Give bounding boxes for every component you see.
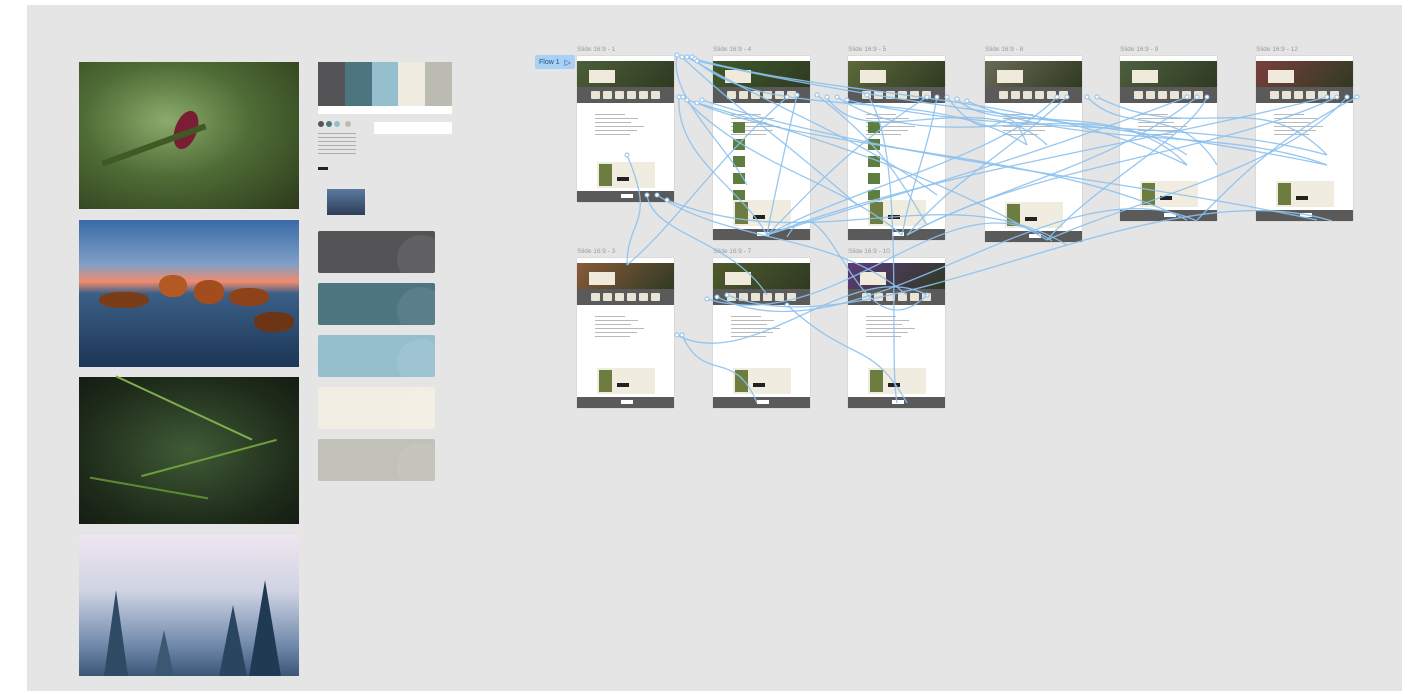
prototype-connection[interactable]	[786, 220, 928, 311]
connection-node[interactable]	[694, 100, 700, 106]
play-icon[interactable]: ▷	[565, 58, 571, 67]
connection-node[interactable]	[964, 98, 970, 104]
prototype-connection[interactable]	[766, 94, 798, 236]
connection-node[interactable]	[944, 94, 950, 100]
connection-node[interactable]	[684, 97, 690, 103]
connection-node[interactable]	[694, 58, 700, 64]
connection-node[interactable]	[844, 97, 850, 103]
connection-node[interactable]	[1354, 94, 1360, 100]
connection-node[interactable]	[864, 92, 870, 98]
prototype-connection[interactable]	[675, 54, 748, 186]
connection-node[interactable]	[1334, 94, 1340, 100]
prototype-connection[interactable]	[786, 304, 908, 404]
connection-node[interactable]	[684, 54, 690, 60]
connection-node[interactable]	[834, 94, 840, 100]
connection-node[interactable]	[676, 94, 682, 100]
connection-node[interactable]	[714, 294, 720, 300]
prototype-connection[interactable]	[686, 56, 938, 196]
prototype-connection[interactable]	[626, 154, 641, 266]
connection-node[interactable]	[679, 54, 685, 60]
prototype-connection[interactable]	[694, 58, 1188, 166]
connection-node[interactable]	[814, 92, 820, 98]
connection-node[interactable]	[654, 192, 660, 198]
prototype-connection[interactable]	[866, 94, 898, 404]
prototype-connection[interactable]	[696, 102, 1188, 221]
prototype-connection[interactable]	[726, 210, 1333, 308]
connection-node[interactable]	[624, 152, 630, 158]
prototype-connection[interactable]	[678, 96, 768, 236]
connection-node[interactable]	[1324, 94, 1330, 100]
connection-node[interactable]	[724, 292, 730, 298]
connection-node[interactable]	[1194, 94, 1200, 100]
connection-node[interactable]	[664, 197, 670, 203]
connection-node[interactable]	[674, 52, 680, 58]
connection-node[interactable]	[954, 96, 960, 102]
design-canvas[interactable]: Slide 16:9 - 1 Slide 16:9 - 4 Slide 16:9 -…	[27, 5, 1402, 691]
connection-node[interactable]	[1064, 94, 1070, 100]
connection-node[interactable]	[784, 94, 790, 100]
flow-label: Flow 1	[539, 58, 560, 66]
connection-node[interactable]	[1184, 94, 1190, 100]
connection-node[interactable]	[934, 94, 940, 100]
connection-node[interactable]	[699, 97, 705, 103]
connection-node[interactable]	[1344, 94, 1350, 100]
connection-node[interactable]	[704, 296, 710, 302]
connection-node[interactable]	[644, 192, 650, 198]
connection-node[interactable]	[674, 332, 680, 338]
prototype-connections	[624, 52, 1360, 404]
connection-node[interactable]	[924, 94, 930, 100]
prototype-connection[interactable]	[766, 96, 928, 236]
connection-node[interactable]	[1094, 94, 1100, 100]
connection-node[interactable]	[1054, 94, 1060, 100]
connection-node[interactable]	[824, 94, 830, 100]
prototype-connection[interactable]	[666, 199, 1068, 246]
flow-starting-point[interactable]: Flow 1 ▷	[535, 55, 575, 69]
connection-node[interactable]	[1084, 94, 1090, 100]
connection-node[interactable]	[1204, 94, 1210, 100]
connection-node[interactable]	[794, 92, 800, 98]
connection-node[interactable]	[680, 94, 686, 100]
prototype-connection[interactable]	[956, 98, 1188, 166]
prototype-connection[interactable]	[681, 334, 758, 404]
prototype-connection[interactable]	[706, 222, 1053, 306]
